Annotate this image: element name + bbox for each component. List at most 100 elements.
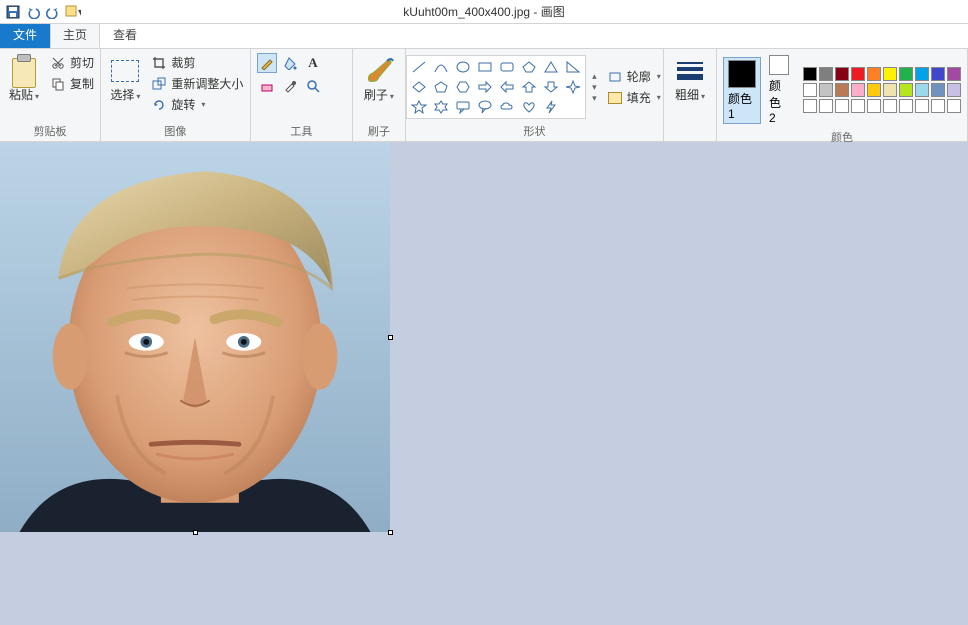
color-swatch[interactable] (819, 67, 833, 81)
qat-customize-icon[interactable]: ▾ (64, 3, 82, 21)
color-swatch[interactable] (947, 67, 961, 81)
shape-triangle[interactable] (541, 58, 561, 76)
color-swatch[interactable] (835, 99, 849, 113)
color-swatch[interactable] (899, 67, 913, 81)
rotate-label: 旋转 (171, 96, 195, 113)
select-button[interactable]: 选择▾ (105, 53, 145, 104)
undo-icon[interactable] (24, 3, 42, 21)
color-swatch[interactable] (947, 83, 961, 97)
resize-button[interactable]: 重新调整大小 (149, 74, 245, 93)
copy-button[interactable]: 复制 (48, 74, 96, 93)
shape-callout-oval[interactable] (475, 98, 495, 116)
tab-view[interactable]: 查看 (100, 21, 150, 48)
paste-label: 粘贴 (9, 88, 33, 102)
shapes-gallery[interactable] (406, 55, 586, 119)
cut-button[interactable]: 剪切 (48, 53, 96, 72)
resize-handle-right[interactable] (388, 335, 393, 340)
canvas-area[interactable] (0, 142, 968, 625)
resize-handle-bottom[interactable] (193, 530, 198, 535)
pencil-tool[interactable] (257, 53, 277, 73)
quick-access-toolbar: ▾ (0, 3, 82, 21)
picker-tool[interactable] (280, 76, 300, 96)
shape-heart[interactable] (519, 98, 539, 116)
color-swatch[interactable] (867, 67, 881, 81)
group-brush-label: 刷子 (359, 121, 399, 139)
stroke-button[interactable]: 粗细▾ (670, 53, 710, 104)
color-swatch[interactable] (883, 83, 897, 97)
outline-icon (607, 69, 623, 85)
color-swatch[interactable] (883, 67, 897, 81)
tab-home[interactable]: 主页 (50, 21, 100, 48)
brush-button[interactable]: 刷子▾ (359, 53, 399, 104)
color-swatch[interactable] (899, 83, 913, 97)
shape-polygon[interactable] (519, 58, 539, 76)
color-swatch[interactable] (803, 83, 817, 97)
color2-button[interactable]: 颜色 2 (765, 53, 793, 127)
color1-button[interactable]: 颜色 1 (723, 57, 761, 124)
paste-button[interactable]: 粘贴▾ (4, 53, 44, 104)
color-swatch[interactable] (835, 67, 849, 81)
magnifier-tool[interactable] (303, 76, 323, 96)
color-swatch[interactable] (867, 99, 881, 113)
shape-roundrect[interactable] (497, 58, 517, 76)
color-swatch[interactable] (899, 99, 913, 113)
shape-arrow-right[interactable] (475, 78, 495, 96)
cut-label: 剪切 (70, 54, 94, 71)
color-swatch[interactable] (803, 99, 817, 113)
color-palette-row3 (803, 99, 961, 113)
canvas-image[interactable] (0, 142, 390, 532)
crop-button[interactable]: 裁剪 (149, 53, 245, 72)
color-swatch[interactable] (915, 83, 929, 97)
shapes-scroll-up[interactable]: ▴ (592, 71, 597, 82)
shape-right-triangle[interactable] (563, 58, 583, 76)
shape-arrow-down[interactable] (541, 78, 561, 96)
shape-arrow-up[interactable] (519, 78, 539, 96)
fill-tool[interactable] (280, 53, 300, 73)
color-swatch[interactable] (931, 67, 945, 81)
save-icon[interactable] (4, 3, 22, 21)
shape-oval[interactable] (453, 58, 473, 76)
color-swatch[interactable] (931, 83, 945, 97)
brush-icon (363, 55, 395, 87)
redo-icon[interactable] (44, 3, 62, 21)
rotate-button[interactable]: 旋转▾ (149, 95, 245, 114)
shape-curve[interactable] (431, 58, 451, 76)
color-swatch[interactable] (883, 99, 897, 113)
shape-6star[interactable] (431, 98, 451, 116)
resize-handle-corner[interactable] (388, 530, 393, 535)
color-swatch[interactable] (867, 83, 881, 97)
color-swatch[interactable] (851, 83, 865, 97)
color-swatch[interactable] (947, 99, 961, 113)
color-swatch[interactable] (931, 99, 945, 113)
color-swatch[interactable] (851, 99, 865, 113)
text-tool[interactable]: A (303, 53, 323, 73)
shape-callout-rect[interactable] (453, 98, 473, 116)
shape-lightning[interactable] (541, 98, 561, 116)
shape-4star[interactable] (563, 78, 583, 96)
shape-5star[interactable] (409, 98, 429, 116)
shape-rect[interactable] (475, 58, 495, 76)
tools-grid: A (257, 53, 346, 96)
shape-pentagon[interactable] (431, 78, 451, 96)
color-swatch[interactable] (835, 83, 849, 97)
resize-icon (151, 76, 167, 92)
shapes-scroll-down[interactable]: ▾ (592, 82, 597, 93)
resize-label: 重新调整大小 (171, 75, 243, 92)
shape-line[interactable] (409, 58, 429, 76)
color-swatch[interactable] (851, 67, 865, 81)
color-palette-row1 (803, 67, 961, 81)
color-swatch[interactable] (915, 67, 929, 81)
outline-button[interactable]: 轮廓▾ (605, 67, 663, 86)
color-swatch[interactable] (819, 83, 833, 97)
shape-arrow-left[interactable] (497, 78, 517, 96)
color-swatch[interactable] (803, 67, 817, 81)
color-swatch[interactable] (915, 99, 929, 113)
fill-button[interactable]: 填充▾ (605, 88, 663, 107)
shape-cloud[interactable] (497, 98, 517, 116)
shape-hexagon[interactable] (453, 78, 473, 96)
color-swatch[interactable] (819, 99, 833, 113)
eraser-tool[interactable] (257, 76, 277, 96)
shape-diamond[interactable] (409, 78, 429, 96)
tab-file[interactable]: 文件 (0, 21, 50, 48)
shapes-expand[interactable]: ▾ (592, 93, 597, 104)
